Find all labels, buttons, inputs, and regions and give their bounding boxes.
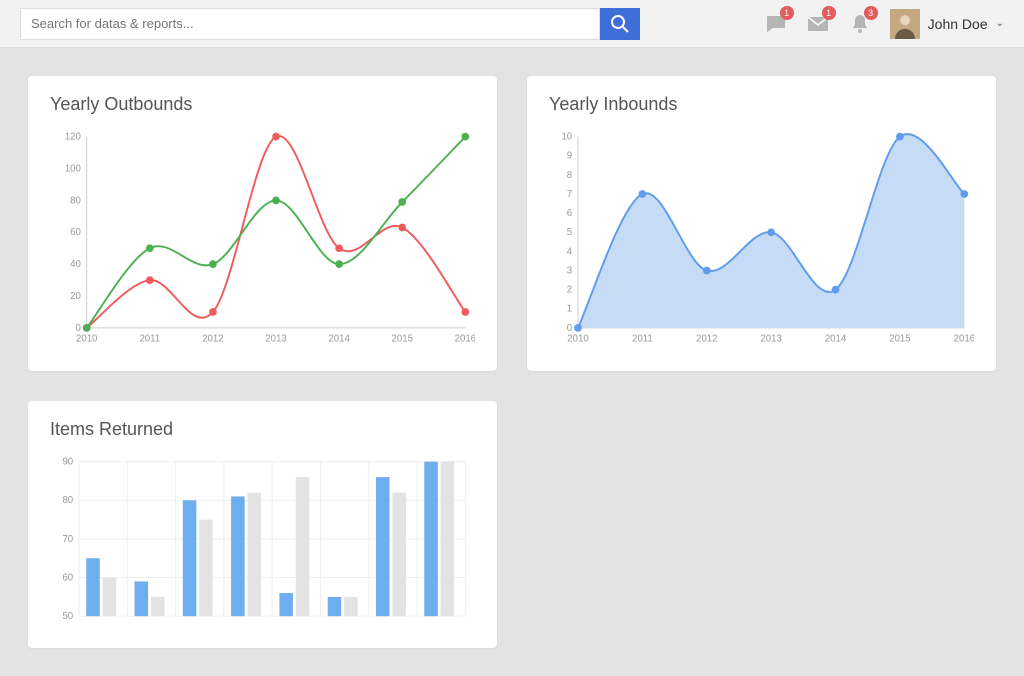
svg-text:80: 80 [62,495,73,506]
svg-text:2016: 2016 [954,333,974,344]
svg-text:2016: 2016 [455,333,475,344]
search-button[interactable] [600,8,640,40]
search-input[interactable] [20,8,600,40]
svg-text:2013: 2013 [760,333,781,344]
search-container [20,8,640,40]
svg-text:2014: 2014 [328,333,350,344]
svg-text:2011: 2011 [139,333,160,344]
inbounds-chart[interactable]: 0 1 2 3 4 5 6 7 8 9 10 2010 2011 2012 2013 2014 2015 2016 [549,127,974,349]
svg-text:2010: 2010 [567,333,588,344]
card-outbounds: Yearly Outbounds 0 20 40 60 80 100 120 2010 2011… [28,76,497,371]
svg-text:2015: 2015 [392,333,413,344]
alerts-badge: 3 [864,6,878,20]
avatar [890,9,920,39]
notification-icons: 1 1 3 [764,12,872,36]
returned-chart[interactable]: 50 60 70 80 90 [50,452,475,626]
top-bar: 1 1 3 John Doe ⌄ [0,0,1024,48]
inbounds-title: Yearly Inbounds [549,94,974,115]
svg-text:80: 80 [70,195,81,206]
svg-text:4: 4 [567,246,573,257]
svg-text:60: 60 [70,227,81,238]
svg-text:0: 0 [567,323,572,334]
svg-text:120: 120 [65,132,81,143]
svg-text:1: 1 [567,304,572,315]
svg-text:2014: 2014 [825,333,847,344]
svg-text:2015: 2015 [889,333,910,344]
svg-text:20: 20 [70,291,81,302]
alerts-button[interactable]: 3 [848,12,872,36]
content-area: Yearly Outbounds 02040608010012020102011… [0,48,1024,676]
svg-text:0: 0 [76,323,81,334]
svg-text:40: 40 [70,259,81,270]
svg-text:2013: 2013 [265,333,286,344]
user-name-label: John Doe [928,16,988,32]
svg-text:6: 6 [567,208,572,219]
comments-button[interactable]: 1 [764,12,788,36]
svg-text:100: 100 [65,163,81,174]
chevron-down-icon: ⌄ [996,18,1004,29]
svg-text:7: 7 [567,189,572,200]
svg-text:2012: 2012 [696,333,717,344]
comments-badge: 1 [780,6,794,20]
card-returned: Items Returned 50 60 70 80 90 [28,401,497,648]
mail-button[interactable]: 1 [806,12,830,36]
svg-text:2: 2 [567,285,572,296]
svg-text:10: 10 [561,132,572,143]
returned-title: Items Returned [50,419,475,440]
search-icon [608,12,632,36]
mail-badge: 1 [822,6,836,20]
outbounds-title: Yearly Outbounds [50,94,475,115]
svg-text:70: 70 [62,534,73,545]
svg-text:3: 3 [567,265,572,276]
svg-text:5: 5 [567,227,572,238]
svg-text:2012: 2012 [202,333,223,344]
outbounds-chart[interactable]: 0 20 40 60 80 100 120 2010 2011 2012 2013 2014 2015 2… [50,127,475,349]
svg-text:8: 8 [567,170,572,181]
svg-text:60: 60 [62,573,73,584]
svg-text:2010: 2010 [76,333,97,344]
svg-text:90: 90 [62,457,73,468]
avatar-icon [890,9,920,39]
svg-text:9: 9 [567,151,572,162]
user-menu[interactable]: John Doe ⌄ [890,9,1004,39]
svg-text:50: 50 [62,611,73,622]
card-inbounds: Yearly Inbounds 0 1 2 3 4 5 6 7 8 9 10 2010 2011 2012… [527,76,996,371]
svg-text:2011: 2011 [632,333,653,344]
